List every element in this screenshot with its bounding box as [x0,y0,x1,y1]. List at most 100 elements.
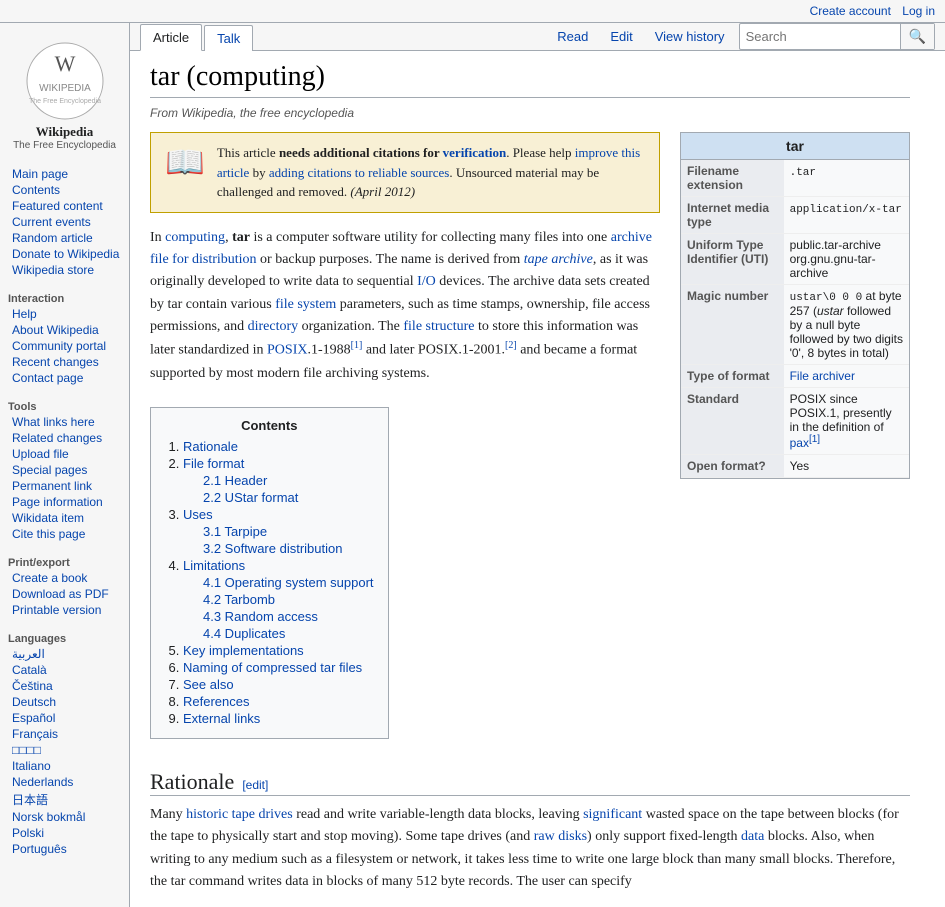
infobox: tar Filename extension .tar Internet med… [680,132,910,479]
sidebar-item-special-pages[interactable]: Special pages [0,462,129,478]
sidebar-item-lang-japanese[interactable]: 日本語 [0,790,129,809]
tab-view-history[interactable]: View history [647,24,733,49]
sidebar-item-donate[interactable]: Donate to Wikipedia [0,246,129,262]
sidebar-item-lang-cestina[interactable]: Čeština [0,678,129,694]
posix-link[interactable]: POSIX [267,343,307,358]
rationale-edit-anchor[interactable]: edit [246,778,265,792]
rationale-section-title: Rationale [edit] [150,769,910,796]
sidebar-item-upload-file[interactable]: Upload file [0,446,129,462]
sidebar-item-lang-norsk[interactable]: Norsk bokmål [0,809,129,825]
ref2-link[interactable]: [2] [505,340,517,351]
significant-link[interactable]: significant [583,807,642,822]
adding-citations-link[interactable]: adding citations to reliable sources [269,165,450,180]
sidebar-item-recent-changes[interactable]: Recent changes [0,354,129,370]
warning-box: 📖 This article needs additional citation… [150,132,660,213]
logo: W WIKIPEDIA The Free Encyclopedia Wikipe… [0,31,129,156]
search-button[interactable]: 🔍 [900,24,934,49]
sidebar-item-lang-espanol[interactable]: Español [0,710,129,726]
sidebar-item-lang-polski[interactable]: Polski [0,825,129,841]
contents-link-4-4[interactable]: 4.4 Duplicates [203,626,285,641]
sidebar-item-contact-page[interactable]: Contact page [0,370,129,386]
logo-title: Wikipedia [5,124,124,140]
contents-item-4-3: 4.3 Random access [203,609,374,624]
sidebar-item-lang-portugues[interactable]: Português [0,841,129,857]
infobox-label-open: Open format? [681,455,784,478]
create-account-link[interactable]: Create account [810,4,891,18]
tab-read[interactable]: Read [549,24,596,49]
sidebar-item-random-article[interactable]: Random article [0,230,129,246]
sidebar-item-create-book[interactable]: Create a book [0,570,129,586]
contents-link-9[interactable]: External links [183,711,260,726]
sidebar-item-community-portal[interactable]: Community portal [0,338,129,354]
sidebar-item-lang-catala[interactable]: Català [0,662,129,678]
infobox-title: tar [681,133,909,160]
contents-item-2-2: 2.2 UStar format [203,490,374,505]
sidebar-item-lang-arabic[interactable]: العربية [0,646,129,662]
contents-link-1[interactable]: Rationale [183,439,238,454]
sidebar-item-wikidata-item[interactable]: Wikidata item [0,510,129,526]
sidebar-item-main-page[interactable]: Main page [0,166,129,182]
contents-link-4-2[interactable]: 4.2 Tarbomb [203,592,275,607]
sidebar-item-cite-this-page[interactable]: Cite this page [0,526,129,542]
computing-link[interactable]: computing [165,230,225,245]
warning-icon: 📖 [165,143,205,181]
sidebar-item-download-pdf[interactable]: Download as PDF [0,586,129,602]
sidebar-item-what-links-here[interactable]: What links here [0,414,129,430]
verification-link[interactable]: verification [443,145,507,160]
log-in-link[interactable]: Log in [902,4,935,18]
contents-link-3-2[interactable]: 3.2 Software distribution [203,541,342,556]
contents-link-2-2[interactable]: 2.2 UStar format [203,490,298,505]
sidebar-item-store[interactable]: Wikipedia store [0,262,129,278]
contents-title: Contents [165,418,374,433]
sidebar-item-lang-deutsch[interactable]: Deutsch [0,694,129,710]
contents-item-3-2: 3.2 Software distribution [203,541,374,556]
tape-archive-link[interactable]: tape archive [524,252,593,267]
data-blocks-link[interactable]: data [741,829,764,844]
contents-link-4[interactable]: Limitations [183,558,245,573]
contents-link-6[interactable]: Naming of compressed tar files [183,660,362,675]
contents-item-4-1: 4.1 Operating system support [203,575,374,590]
svg-text:W: W [54,51,75,76]
contents-link-3-1[interactable]: 3.1 Tarpipe [203,524,267,539]
tab-edit[interactable]: Edit [602,24,640,49]
contents-link-8[interactable]: References [183,694,249,709]
sidebar-item-lang-francais[interactable]: Français [0,726,129,742]
sidebar-item-printable-version[interactable]: Printable version [0,602,129,618]
sidebar-item-about[interactable]: About Wikipedia [0,322,129,338]
sidebar-item-current-events[interactable]: Current events [0,214,129,230]
contents-link-7[interactable]: See also [183,677,234,692]
tab-talk[interactable]: Talk [204,25,253,51]
file-system-link[interactable]: file system [275,297,336,312]
sidebar: W WIKIPEDIA The Free Encyclopedia Wikipe… [0,23,130,907]
wikipedia-logo-icon: W WIKIPEDIA The Free Encyclopedia [25,41,105,121]
historic-tape-drives-link[interactable]: historic tape drives [186,807,293,822]
contents-link-4-1[interactable]: 4.1 Operating system support [203,575,374,590]
infobox-value-media-type: application/x-tar [784,197,909,234]
infobox-row-format-type: Type of format File archiver [681,365,909,388]
raw-disks-link[interactable]: raw disks [534,829,587,844]
search-input[interactable] [740,25,900,48]
sidebar-item-permanent-link[interactable]: Permanent link [0,478,129,494]
sidebar-item-lang-nederlands[interactable]: Nederlands [0,774,129,790]
file-structure-link[interactable]: file structure [403,319,474,334]
sidebar-item-featured-content[interactable]: Featured content [0,198,129,214]
sidebar-item-lang-box[interactable]: □□□□ [0,742,129,758]
contents-link-3[interactable]: Uses [183,507,213,522]
tab-article[interactable]: Article [140,24,202,51]
ref1-link[interactable]: [1] [351,340,363,351]
sidebar-item-related-changes[interactable]: Related changes [0,430,129,446]
infobox-row-magic: Magic number ustar\0 0 0 at byte 257 (us… [681,285,909,365]
sidebar-item-contents[interactable]: Contents [0,182,129,198]
directory-link[interactable]: directory [248,319,299,334]
contents-link-2[interactable]: File format [183,456,244,471]
navigation-section: Main page Contents Featured content Curr… [0,164,129,280]
contents-link-2-1[interactable]: 2.1 Header [203,473,267,488]
tab-group-left: Article Talk [140,23,255,50]
sidebar-item-lang-italiano[interactable]: Italiano [0,758,129,774]
sidebar-item-page-information[interactable]: Page information [0,494,129,510]
contents-link-5[interactable]: Key implementations [183,643,304,658]
infobox-row-standard: Standard POSIX since POSIX.1, presently … [681,388,909,455]
contents-link-4-3[interactable]: 4.3 Random access [203,609,318,624]
sidebar-item-help[interactable]: Help [0,306,129,322]
io-link[interactable]: I/O [417,274,436,289]
